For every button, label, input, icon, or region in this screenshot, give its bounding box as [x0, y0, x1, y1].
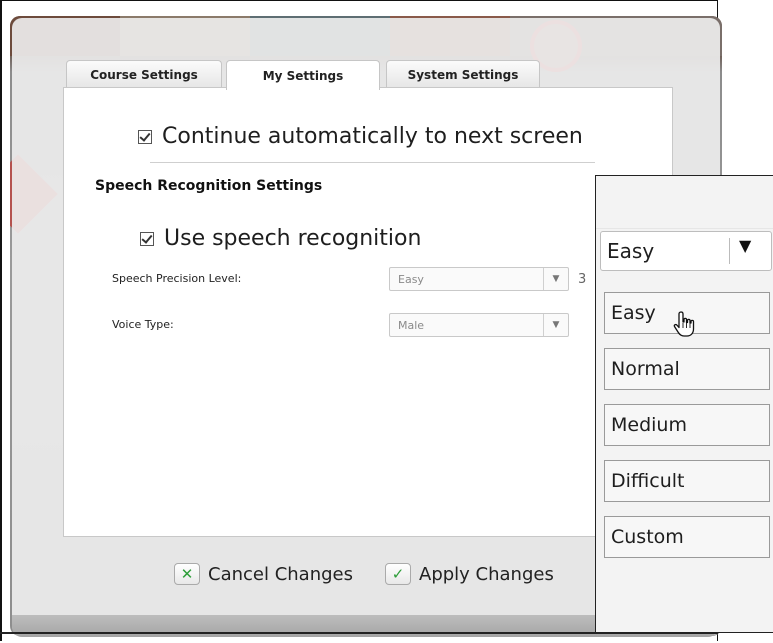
divider [150, 162, 595, 163]
checkbox-checked-icon[interactable] [138, 129, 152, 144]
checkbox-checked-icon[interactable] [140, 231, 154, 246]
settings-content [63, 87, 673, 537]
triangle-down-icon[interactable]: ▼ [739, 236, 751, 255]
option-label: Normal [611, 358, 680, 380]
continue-automatically-label: Continue automatically to next screen [162, 124, 583, 149]
use-speech-checkbox-row[interactable]: Use speech recognition [140, 226, 421, 251]
tab-label: My Settings [262, 68, 344, 83]
apply-changes-label: Apply Changes [419, 563, 554, 585]
inset-select-separator [729, 238, 730, 264]
option-label: Medium [611, 414, 687, 436]
voice-dropdown[interactable]: Male ▼ [389, 313, 569, 337]
option-label: Difficult [611, 470, 685, 492]
chevron-down-icon[interactable]: ▼ [543, 268, 568, 290]
tab-my-settings[interactable]: My Settings [226, 60, 380, 90]
precision-label: Speech Precision Level: [112, 272, 242, 285]
option-normal[interactable]: Normal [604, 348, 770, 390]
chevron-down-icon[interactable]: ▼ [543, 314, 568, 336]
dropdown-zoom-inset: Easy ▼ Easy Normal Medium Difficult Cust… [595, 175, 773, 633]
tab-label: Course Settings [90, 67, 198, 82]
cancel-changes-label: Cancel Changes [208, 563, 353, 585]
checkmark-icon: ✓ [385, 563, 411, 585]
inset-select[interactable]: Easy ▼ [600, 231, 772, 271]
option-label: Easy [611, 302, 656, 324]
inset-divider [596, 228, 773, 229]
option-medium[interactable]: Medium [604, 404, 770, 446]
continue-automatically-checkbox-row[interactable]: Continue automatically to next screen [138, 124, 583, 149]
tab-label: System Settings [407, 67, 519, 82]
use-speech-label: Use speech recognition [164, 226, 422, 251]
precision-level-number: 3 [578, 272, 587, 287]
apply-changes-button[interactable]: ✓ Apply Changes [385, 563, 554, 585]
cancel-changes-button[interactable]: ✕ Cancel Changes [174, 563, 353, 585]
voice-value: Male [398, 318, 425, 332]
option-label: Custom [611, 526, 684, 548]
option-custom[interactable]: Custom [604, 516, 770, 558]
hand-pointer-icon [673, 311, 695, 337]
voice-label: Voice Type: [112, 318, 174, 331]
tab-course-settings[interactable]: Course Settings [66, 60, 222, 88]
precision-dropdown[interactable]: Easy ▼ [389, 267, 569, 291]
inset-selected-value: Easy [607, 239, 655, 263]
option-difficult[interactable]: Difficult [604, 460, 770, 502]
tab-system-settings[interactable]: System Settings [386, 60, 540, 88]
precision-value: Easy [398, 272, 424, 286]
speech-section-title: Speech Recognition Settings [95, 178, 323, 194]
x-icon: ✕ [174, 563, 200, 585]
